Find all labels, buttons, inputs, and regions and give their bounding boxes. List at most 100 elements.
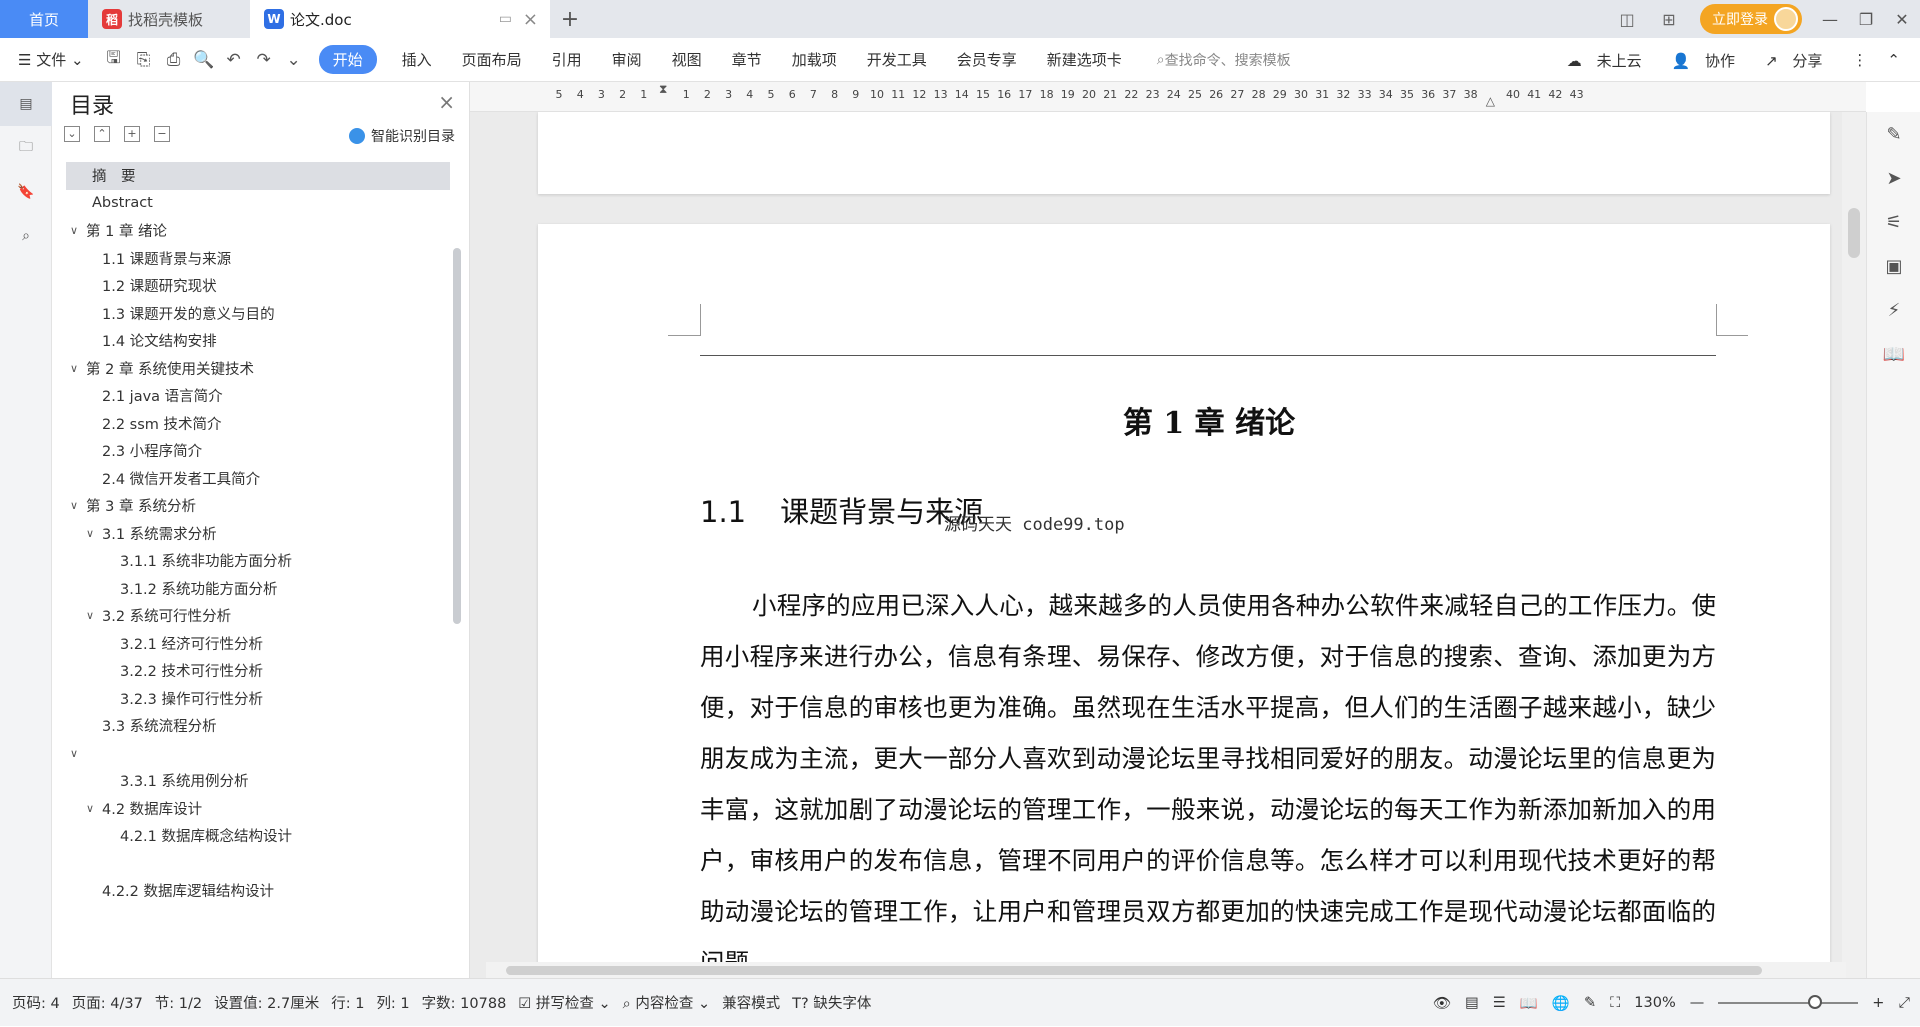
chevron-down-icon[interactable]: ∨ — [70, 499, 86, 512]
toc-item[interactable]: 2.1 java 语言简介 — [66, 382, 450, 410]
toc-close-icon[interactable]: × — [438, 90, 455, 114]
toc-item[interactable]: ∨4.2 数据库设计 — [66, 795, 450, 823]
collapse-ribbon-icon[interactable]: ⌃ — [1887, 51, 1900, 69]
ribbon-tab-addins[interactable]: 加载项 — [777, 49, 852, 70]
window-close-icon[interactable]: ✕ — [1884, 10, 1920, 29]
toc-scrollbar[interactable] — [453, 248, 461, 624]
ribbon-tab-member[interactable]: 会员专享 — [942, 49, 1032, 70]
zoom-in-icon[interactable]: + — [1872, 995, 1884, 1011]
toc-item[interactable]: Abstract — [66, 190, 450, 218]
file-menu[interactable]: ☰ 文件 ⌄ — [0, 49, 99, 70]
tab-home[interactable]: 首页 — [0, 0, 88, 38]
toc-item[interactable]: 摘 要 — [66, 162, 450, 190]
toc-item[interactable]: ∨第 1 章 绪论 — [66, 217, 450, 245]
toc-item[interactable]: 2.3 小程序简介 — [66, 437, 450, 465]
toc-item[interactable]: 4.2.2 数据库逻辑结构设计 — [66, 877, 450, 905]
save-icon[interactable]: 🖫 — [99, 45, 129, 74]
eye-protection-icon[interactable]: 👁 — [1433, 995, 1451, 1012]
ribbon-tab-reference[interactable]: 引用 — [537, 49, 597, 70]
expand-all-icon[interactable]: ⌃ — [94, 126, 110, 142]
find-icon[interactable]: ⌕ — [0, 214, 52, 258]
ribbon-tab-chapter[interactable]: 章节 — [717, 49, 777, 70]
zoom-level[interactable]: 130% — [1634, 995, 1675, 1011]
chevron-down-icon[interactable]: ∨ — [70, 362, 86, 375]
apps-grid-icon[interactable]: ⊞ — [1648, 10, 1690, 29]
toc-panel-icon[interactable]: ▤ — [0, 82, 52, 126]
collab-button[interactable]: 👤 协作 — [1672, 50, 1745, 71]
status-words[interactable]: 字数: 10788 — [422, 992, 507, 1013]
smart-toc-button[interactable]: 智能识别目录 — [349, 126, 455, 146]
toc-item[interactable]: ∨3.1 系统需求分析 — [66, 520, 450, 548]
toc-item[interactable]: 3.2.3 操作可行性分析 — [66, 685, 450, 713]
login-button[interactable]: 立即登录 — [1700, 4, 1802, 34]
select-cursor-icon[interactable]: ➤ — [1867, 156, 1920, 200]
toc-item[interactable]: 3.2.2 技术可行性分析 — [66, 657, 450, 685]
status-page-code[interactable]: 页码: 4 — [12, 992, 60, 1013]
remove-heading-icon[interactable]: − — [154, 126, 170, 142]
toc-item[interactable]: ∨第 3 章 系统分析 — [66, 492, 450, 520]
web-view-icon[interactable]: 🌐 — [1552, 995, 1570, 1012]
restore-icon[interactable]: ❐ — [1848, 10, 1884, 29]
content-check-button[interactable]: ⌕ 内容检查 ⌄ — [623, 992, 711, 1013]
ribbon-tab-start[interactable]: 开始 — [319, 45, 377, 74]
status-section[interactable]: 节: 1/2 — [155, 992, 202, 1013]
toc-item[interactable]: 3.3.1 系统用例分析 — [66, 767, 450, 795]
fullscreen-icon[interactable]: ⤢ — [1898, 995, 1910, 1011]
redo-icon[interactable]: ↷ — [249, 50, 279, 70]
toc-item[interactable]: 1.4 论文结构安排 — [66, 327, 450, 355]
ribbon-tab-new[interactable]: 新建选项卡 — [1032, 49, 1137, 70]
collapse-all-icon[interactable]: ⌄ — [64, 126, 80, 142]
add-heading-icon[interactable]: + — [124, 126, 140, 142]
zoom-slider-knob[interactable] — [1808, 995, 1822, 1009]
toc-item[interactable]: 3.1.2 系统功能方面分析 — [66, 575, 450, 603]
print-icon[interactable]: ⎙ — [159, 50, 189, 70]
right-indent-marker-icon[interactable]: △ — [1486, 94, 1495, 108]
missing-font-button[interactable]: T? 缺失字体 — [792, 992, 871, 1013]
vertical-scrollbar[interactable] — [1842, 112, 1866, 978]
window-layout-icon[interactable]: ◫ — [1606, 10, 1648, 29]
toc-item[interactable]: 2.4 微信开发者工具简介 — [66, 465, 450, 493]
horizontal-scroll-thumb[interactable] — [506, 966, 1762, 975]
zoom-out-icon[interactable]: — — [1690, 995, 1705, 1011]
ribbon-tab-insert[interactable]: 插入 — [387, 49, 447, 70]
toc-item[interactable]: 2.2 ssm 技术简介 — [66, 410, 450, 438]
pin-icon[interactable]: ▭ — [499, 11, 512, 27]
toc-item[interactable]: 1.2 课题研究现状 — [66, 272, 450, 300]
toc-item[interactable] — [66, 850, 450, 878]
ribbon-tab-layout[interactable]: 页面布局 — [447, 49, 537, 70]
toc-item[interactable]: 3.2.1 经济可行性分析 — [66, 630, 450, 658]
page-view-icon[interactable]: ▤ — [1465, 995, 1479, 1011]
close-tab-icon[interactable]: × — [523, 9, 538, 30]
more-options-icon[interactable]: ⋮ — [1852, 51, 1867, 69]
minimize-icon[interactable]: — — [1812, 10, 1848, 29]
toc-item[interactable]: ∨第 2 章 系统使用关键技术 — [66, 355, 450, 383]
chevron-down-icon[interactable]: ∨ — [70, 224, 86, 237]
new-tab-button[interactable]: + — [550, 0, 590, 38]
export-icon[interactable]: ⎘ — [129, 50, 159, 70]
zoom-slider[interactable] — [1718, 1002, 1858, 1004]
undo-icon[interactable]: ↶ — [219, 50, 249, 70]
chevron-down-icon[interactable]: ∨ — [86, 609, 102, 622]
adjust-sliders-icon[interactable]: ⚟ — [1867, 200, 1920, 244]
toc-item[interactable]: 3.3 系统流程分析 — [66, 712, 450, 740]
spell-check-button[interactable]: ☑ 拼写检查 ⌄ — [518, 992, 610, 1013]
bookmark-icon[interactable]: 🔖 — [0, 170, 52, 214]
write-view-icon[interactable]: ✎ — [1584, 995, 1596, 1011]
ribbon-tab-developer[interactable]: 开发工具 — [852, 49, 942, 70]
outline-view-icon[interactable]: ☰ — [1493, 995, 1506, 1011]
read-view-icon[interactable]: 📖 — [1520, 995, 1538, 1012]
command-search[interactable]: ⌕ 查找命令、搜索模板 — [1157, 50, 1291, 70]
current-page[interactable]: 第 1 章 绪论 1.1课题背景与来源 源码天天 code99.top 小程序的… — [538, 224, 1830, 978]
chevron-down-icon[interactable]: ∨ — [86, 527, 102, 540]
ribbon-tab-review[interactable]: 审阅 — [597, 49, 657, 70]
toc-item[interactable]: 1.3 课题开发的意义与目的 — [66, 300, 450, 328]
vertical-scroll-thumb[interactable] — [1848, 208, 1860, 258]
more-icon[interactable]: ⌄ — [279, 50, 309, 70]
toc-item[interactable]: 4.2.1 数据库概念结构设计 — [66, 822, 450, 850]
toc-item[interactable]: 1.1 课题背景与来源 — [66, 245, 450, 273]
chevron-down-icon[interactable]: ∨ — [70, 747, 86, 760]
toc-item[interactable]: ∨ — [66, 740, 450, 768]
print-preview-icon[interactable]: 🔍 — [189, 50, 219, 70]
chevron-down-icon[interactable]: ∨ — [86, 802, 102, 815]
speed-icon[interactable]: ⚡ — [1867, 288, 1920, 332]
